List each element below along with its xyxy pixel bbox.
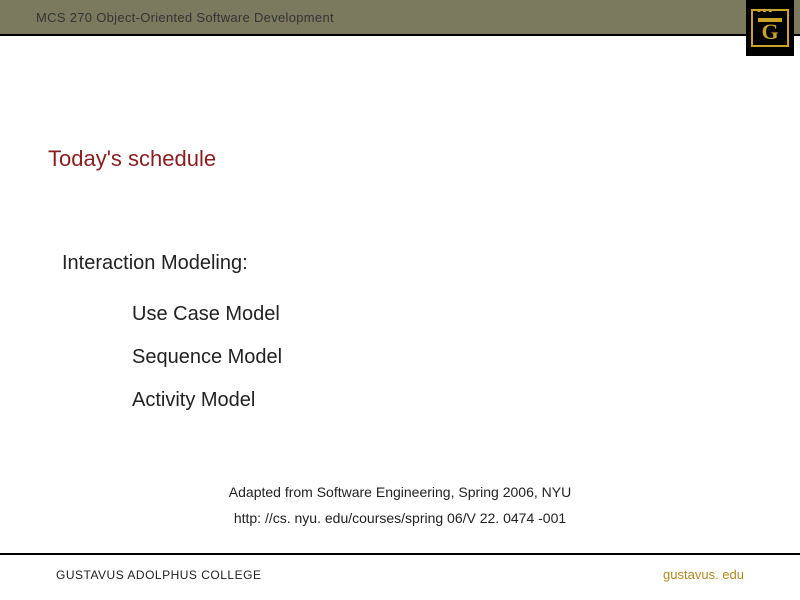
list-item: Use Case Model [132, 303, 752, 326]
footer-bar: GUSTAVUS ADOLPHUS COLLEGE gustavus. edu [0, 553, 800, 582]
footer-url: gustavus. edu [663, 567, 800, 582]
attribution-block: Adapted from Software Engineering, Sprin… [0, 484, 800, 526]
attribution-source: Adapted from Software Engineering, Sprin… [0, 484, 800, 500]
logo-letter: G [761, 19, 778, 45]
header-bar: MCS 270 Object-Oriented Software Develop… [0, 0, 800, 36]
footer-college-name: GUSTAVUS ADOLPHUS COLLEGE [0, 568, 261, 582]
college-logo: G [746, 0, 794, 56]
section-label: Interaction Modeling: [62, 252, 752, 275]
slide-content: Today's schedule Interaction Modeling: U… [0, 36, 800, 412]
logo-frame: G [751, 9, 789, 47]
list-item: Activity Model [132, 389, 752, 412]
attribution-url: http: //cs. nyu. edu/courses/spring 06/V… [0, 510, 800, 526]
slide-title: Today's schedule [48, 146, 752, 172]
course-title: MCS 270 Object-Oriented Software Develop… [0, 10, 334, 25]
crown-icon [758, 14, 782, 22]
list-item: Sequence Model [132, 346, 752, 369]
bullet-list: Use Case Model Sequence Model Activity M… [132, 303, 752, 412]
